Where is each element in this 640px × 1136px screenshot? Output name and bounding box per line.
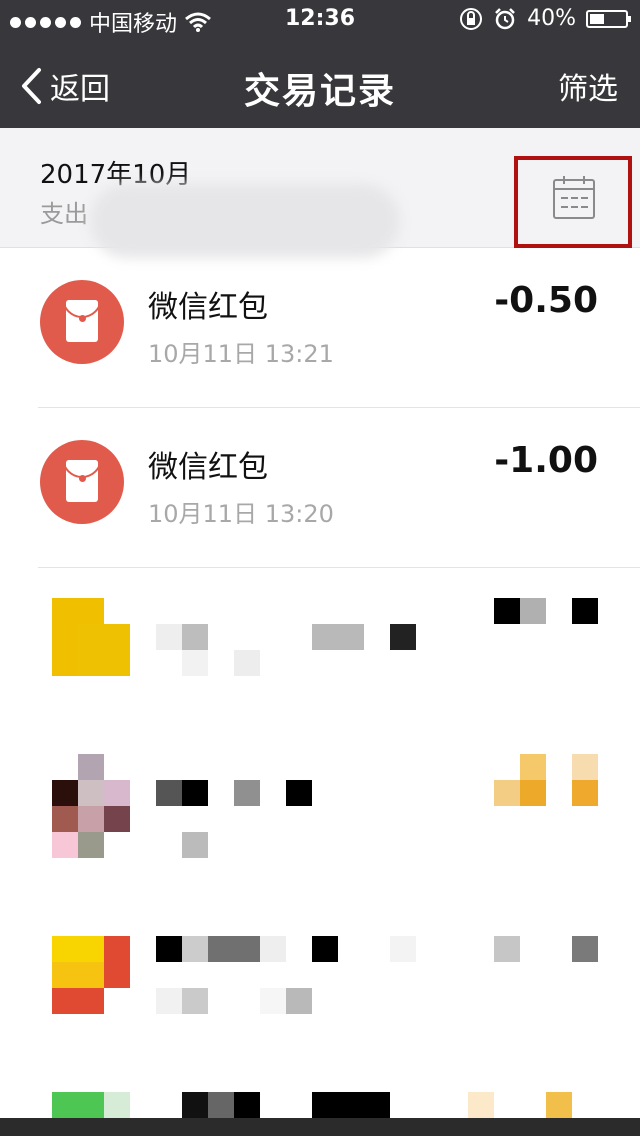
bottom-strip bbox=[0, 1118, 640, 1136]
month-header: 2017年10月 支出 bbox=[0, 128, 640, 258]
battery-icon bbox=[586, 9, 631, 28]
alarm-icon bbox=[495, 7, 515, 29]
month-summary: 支出 bbox=[40, 200, 88, 228]
red-envelope-icon bbox=[40, 440, 124, 524]
nav-bar: 返回 交易记录 筛选 bbox=[0, 40, 640, 128]
redacted-summary bbox=[90, 184, 400, 258]
transaction-time: 10月11日 13:21 bbox=[148, 340, 334, 368]
transaction-time: 10月11日 13:20 bbox=[148, 500, 334, 528]
lock-rotation-icon bbox=[460, 7, 483, 30]
transaction-amount: -1.00 bbox=[494, 440, 598, 481]
redacted-transaction-row[interactable] bbox=[0, 748, 640, 928]
transaction-title: 微信红包 bbox=[148, 290, 268, 325]
redacted-transaction-row[interactable] bbox=[0, 568, 640, 748]
battery-percent: 40% bbox=[527, 6, 576, 31]
transaction-title: 微信红包 bbox=[148, 450, 268, 485]
back-button[interactable]: 返回 bbox=[20, 64, 110, 108]
filter-button[interactable]: 筛选 bbox=[558, 64, 618, 108]
redacted-transaction-row[interactable] bbox=[0, 908, 640, 1088]
calendar-button[interactable] bbox=[514, 156, 632, 248]
red-envelope-icon bbox=[40, 280, 124, 364]
transaction-row[interactable]: 微信红包 10月11日 13:20 -1.00 bbox=[0, 408, 640, 568]
back-label: 返回 bbox=[50, 72, 110, 107]
transaction-amount: -0.50 bbox=[494, 280, 598, 321]
status-right: 40% bbox=[459, 6, 631, 31]
status-bar: 中国移动 12:36 40% bbox=[0, 0, 640, 40]
calendar-icon bbox=[553, 176, 595, 219]
back-chevron-icon bbox=[22, 68, 41, 104]
transaction-row[interactable]: 微信红包 10月11日 13:21 -0.50 bbox=[0, 248, 640, 408]
